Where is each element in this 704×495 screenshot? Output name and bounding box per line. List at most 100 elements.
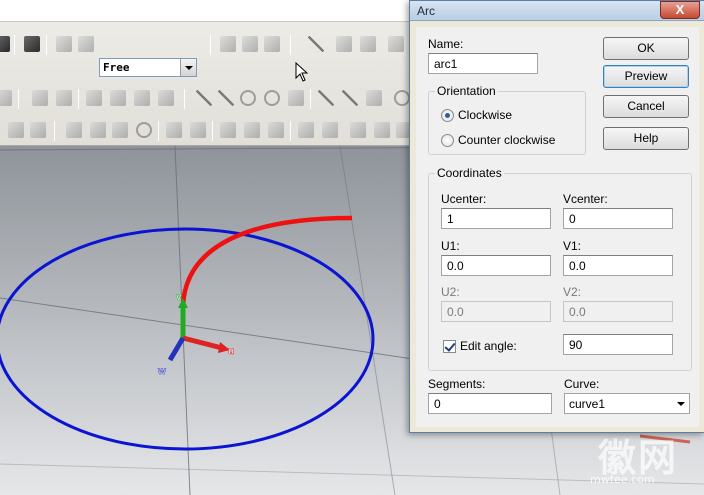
segments-label: Segments: — [428, 377, 486, 391]
counter-clockwise-label[interactable]: Counter clockwise — [458, 133, 555, 147]
toolbar-separator — [46, 35, 47, 55]
close-button[interactable]: X — [660, 1, 700, 19]
curve-label: Curve: — [564, 377, 600, 391]
boolean-union-icon[interactable] — [220, 122, 236, 138]
line-icon[interactable] — [196, 90, 212, 106]
dialog-body: Name: OK Preview Cancel Help Orientation… — [416, 27, 699, 427]
ok-button[interactable]: OK — [603, 37, 689, 60]
cancel-button[interactable]: Cancel — [603, 95, 689, 118]
vcenter-field[interactable] — [563, 208, 673, 229]
rectangle-icon[interactable] — [366, 90, 382, 106]
w-axis — [167, 336, 186, 362]
chevron-down-icon[interactable] — [673, 394, 689, 413]
ucenter-field[interactable] — [441, 208, 551, 229]
view-mode-select[interactable]: Free — [99, 58, 197, 77]
v1-label: V1: — [563, 239, 582, 253]
coordinates-title: Coordinates — [435, 166, 504, 180]
polyline-icon[interactable] — [218, 90, 234, 106]
toolbar-separator — [310, 89, 311, 109]
pin-icon[interactable] — [0, 90, 12, 106]
toolbar-separator — [184, 89, 185, 109]
mesh-icon[interactable] — [66, 122, 82, 138]
u2-field — [441, 301, 551, 322]
v2-field — [563, 301, 673, 322]
name-label: Name: — [428, 37, 464, 51]
solid-cube-icon[interactable] — [24, 36, 40, 52]
coordinates-group: Coordinates Ucenter: Vcenter: U1: V1: U2… — [428, 166, 692, 371]
toolbar-separator — [158, 121, 159, 141]
v1-field[interactable] — [563, 255, 673, 276]
segments-field[interactable] — [428, 393, 552, 414]
point-create-icon[interactable] — [86, 90, 102, 106]
chevron-down-icon[interactable] — [180, 59, 196, 76]
mesh-refine-icon[interactable] — [90, 122, 106, 138]
boolean-subtract-icon[interactable] — [244, 122, 260, 138]
fillet-icon[interactable] — [298, 122, 314, 138]
toolbar-separator — [290, 35, 291, 55]
chamfer-icon[interactable] — [322, 122, 338, 138]
point-move-icon[interactable] — [134, 90, 150, 106]
dialog-title: Arc — [417, 4, 435, 18]
select-icon[interactable] — [30, 122, 46, 138]
ucenter-label: Ucenter: — [441, 192, 487, 206]
grid-line-right — [339, 146, 396, 495]
dialog-titlebar[interactable]: Arc X — [410, 1, 704, 21]
v-axis-label: v — [176, 292, 182, 303]
copy-icon[interactable] — [350, 122, 366, 138]
arc-dialog: Arc X Name: OK Preview Cancel Help Orien… — [409, 0, 704, 433]
point-delete-icon[interactable] — [158, 90, 174, 106]
u1-label: U1: — [441, 239, 460, 253]
trim-icon[interactable] — [318, 90, 334, 106]
curve-select[interactable]: curve1 — [564, 393, 690, 414]
cut-icon[interactable] — [56, 90, 72, 106]
u2-label: U2: — [441, 285, 460, 299]
shapes-icon[interactable] — [56, 36, 72, 52]
clockwise-label[interactable]: Clockwise — [458, 108, 512, 122]
toolbar-separator — [18, 89, 19, 109]
scale-icon[interactable] — [308, 36, 324, 52]
toolbar-separator — [210, 35, 211, 55]
extend-icon[interactable] — [342, 90, 358, 106]
surface-icon[interactable] — [220, 36, 236, 52]
view-mode-value: Free — [103, 61, 130, 74]
preview-button[interactable]: Preview — [603, 65, 689, 88]
mesh-check-icon[interactable] — [112, 122, 128, 138]
ellipse-icon[interactable] — [394, 90, 410, 106]
boolean-intersect-icon[interactable] — [268, 122, 284, 138]
box-view-icon[interactable] — [0, 36, 10, 52]
toolbar-separator — [14, 35, 15, 55]
curve-select-value: curve1 — [569, 396, 606, 411]
counter-clockwise-radio[interactable] — [441, 134, 454, 147]
toolbar-separator — [54, 121, 55, 141]
axis-triad: v u w — [157, 292, 235, 378]
clockwise-radio[interactable] — [441, 109, 454, 122]
gear-icon[interactable] — [166, 122, 182, 138]
surface-group-icon[interactable] — [242, 36, 258, 52]
tool-icon[interactable] — [32, 90, 48, 106]
point-edit-icon[interactable] — [110, 90, 126, 106]
orientation-title: Orientation — [435, 84, 498, 98]
paste-icon[interactable] — [374, 122, 390, 138]
u-axis — [182, 335, 223, 351]
circle-icon[interactable] — [240, 90, 256, 106]
curve-icon[interactable] — [288, 90, 304, 106]
arc-icon[interactable] — [264, 90, 280, 106]
rotate-icon[interactable] — [136, 122, 152, 138]
u1-field[interactable] — [441, 255, 551, 276]
edit-angle-checkbox[interactable] — [443, 340, 456, 353]
shape-icon[interactable] — [190, 122, 206, 138]
measure-icon[interactable] — [8, 122, 24, 138]
w-axis-label: w — [157, 366, 166, 377]
site-watermark: 徽网 mwtee.com — [590, 436, 679, 486]
transform-icon[interactable] — [388, 36, 404, 52]
angle-field[interactable] — [563, 334, 673, 355]
edit-angle-label[interactable]: Edit angle: — [460, 339, 517, 353]
import-icon[interactable] — [360, 36, 376, 52]
surface-merge-icon[interactable] — [264, 36, 280, 52]
name-field[interactable] — [428, 53, 538, 74]
orientation-group: Orientation Clockwise Counter clockwise — [428, 84, 586, 155]
layers-icon[interactable] — [78, 36, 94, 52]
toolbar-separator — [212, 121, 213, 141]
export-icon[interactable] — [336, 36, 352, 52]
help-button[interactable]: Help — [603, 127, 689, 150]
